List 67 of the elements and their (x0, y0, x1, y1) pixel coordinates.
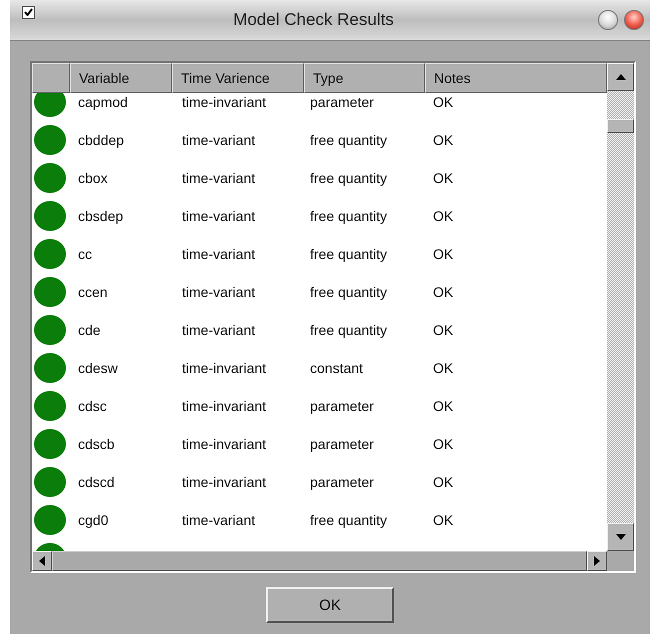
table-cell-text: free quantity (309, 284, 388, 300)
table-cell-text: constant (309, 360, 364, 376)
table-cell-text: time-variant (181, 208, 256, 224)
minimize-button[interactable] (598, 10, 618, 30)
table-cell-text: time-variant (181, 284, 256, 300)
table-cell-text: cc (77, 246, 93, 262)
ok-button[interactable]: OK (266, 587, 394, 623)
close-button[interactable] (624, 10, 644, 30)
table-cell-text: OK (432, 322, 454, 338)
table-cell-text: cde (77, 322, 102, 338)
table-cell-text: cgd0 (77, 512, 110, 528)
table-cell-text: OK (432, 512, 454, 528)
table-cell-text: OK (432, 398, 454, 414)
vertical-scrollbar[interactable] (607, 63, 634, 551)
table-cell-text: OK (432, 132, 454, 148)
table-cell-text: OK (432, 436, 454, 452)
table-cell-text: free quantity (309, 246, 388, 262)
table-cell-text: parameter (309, 474, 375, 490)
table-cell-text: time-variant (181, 170, 256, 186)
left-triangle-icon (39, 556, 45, 566)
table-cell-text: OK (432, 208, 454, 224)
table-cell-text: parameter (309, 94, 375, 110)
table-cell-text: cbox (77, 170, 109, 186)
checkbox[interactable] (22, 6, 35, 18)
table-cell-text: time-invariant (181, 474, 268, 490)
table-cell-text: ccen (77, 284, 109, 300)
table-cell-text: OK (432, 360, 454, 376)
down-triangle-icon (616, 534, 626, 540)
table-cell-text: parameter (309, 398, 375, 414)
table-cell-text: time-invariant (181, 360, 268, 376)
table-cell-text: time-invariant (181, 94, 268, 110)
table-cell-text: free quantity (309, 322, 388, 338)
table-cell-text: cdscd (77, 474, 116, 490)
table-cell-text: OK (432, 474, 454, 490)
table-cell-text: time-variant (181, 132, 256, 148)
scroll-down-button[interactable] (607, 523, 634, 551)
table-cell-text: parameter (309, 436, 375, 452)
scroll-up-button[interactable] (607, 63, 634, 91)
table-cell-text: time-invariant (181, 398, 268, 414)
table-cell-text: time-variant (181, 512, 256, 528)
table-cell-text: cdesw (77, 360, 119, 376)
table-cell-text: OK (432, 170, 454, 186)
column-header[interactable]: Notes (425, 63, 607, 93)
table-cell-text: cdsc (77, 398, 108, 414)
table-cell-text: time-variant (181, 246, 256, 262)
table-cell-text: OK (432, 284, 454, 300)
column-header[interactable] (32, 63, 70, 93)
column-header[interactable]: Type (304, 63, 425, 93)
table-cell-text: free quantity (309, 208, 388, 224)
table-cell-text: free quantity (309, 132, 388, 148)
table-cell-text: cdscb (77, 436, 116, 452)
table-cell-text: capmod (77, 94, 129, 110)
right-triangle-icon (594, 556, 600, 566)
table-cell-text: time-invariant (181, 436, 268, 452)
table-cell-text: cbddep (77, 132, 125, 148)
scroll-left-button[interactable] (32, 551, 52, 571)
table-cell-text: OK (432, 94, 454, 110)
up-triangle-icon (616, 74, 626, 80)
window-title: Model Check Results (232, 10, 395, 30)
table-cell-text: cbsdep (77, 208, 124, 224)
table-cell-text: free quantity (309, 512, 388, 528)
table-cell-text: free quantity (309, 170, 388, 186)
column-header[interactable]: Variable (70, 63, 172, 93)
scroll-right-button[interactable] (587, 551, 607, 571)
table-cell-text: time-variant (181, 322, 256, 338)
column-header[interactable]: Time Varience (172, 63, 304, 93)
table-cell-text: OK (432, 246, 454, 262)
